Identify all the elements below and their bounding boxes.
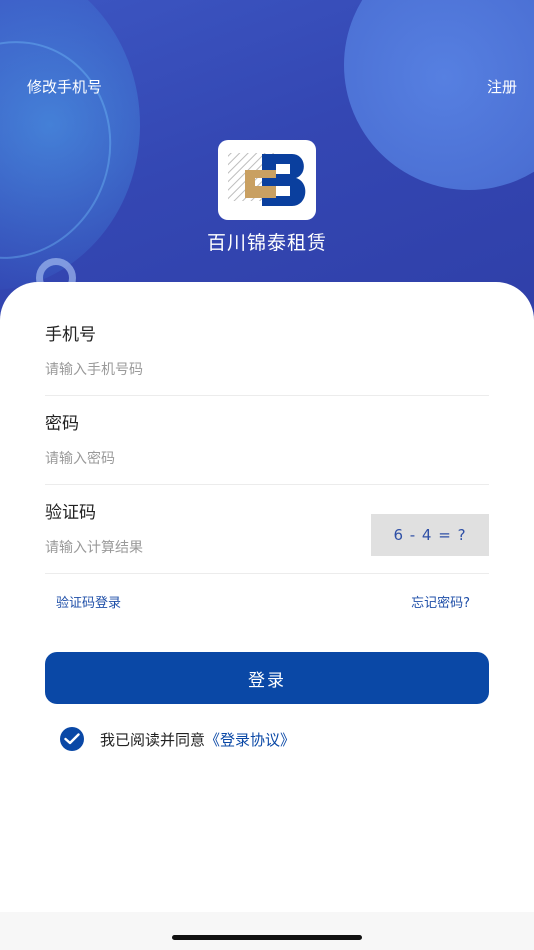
agreement-link[interactable]: 《登录协议》 — [205, 729, 295, 750]
password-field[interactable]: 密码 请输入密码 — [45, 407, 489, 485]
agreement-checkbox[interactable] — [60, 727, 84, 751]
home-indicator — [172, 935, 362, 940]
check-icon — [64, 733, 80, 745]
captcha-field[interactable]: 验证码 请输入计算结果 6 - 4 = ? — [45, 496, 489, 574]
phone-input[interactable]: 请输入手机号码 — [45, 359, 143, 379]
app-logo — [218, 140, 316, 220]
forgot-password-link[interactable]: 忘记密码? — [411, 592, 470, 611]
captcha-label: 验证码 — [45, 503, 96, 523]
login-button[interactable]: 登录 — [45, 652, 489, 704]
agreement-text: 我已阅读并同意 — [100, 730, 206, 749]
phone-label: 手机号 — [45, 325, 96, 345]
register-link[interactable]: 注册 — [487, 76, 517, 97]
change-phone-link[interactable]: 修改手机号 — [27, 76, 102, 97]
password-input[interactable]: 请输入密码 — [45, 448, 115, 468]
captcha-input[interactable]: 请输入计算结果 — [45, 537, 143, 557]
bcjt-logo-icon — [228, 153, 306, 206]
password-label: 密码 — [45, 414, 79, 434]
agreement-row: 我已阅读并同意 《登录协议》 — [60, 727, 295, 751]
captcha-image[interactable]: 6 - 4 = ? — [371, 514, 489, 556]
brand-name: 百川锦泰租赁 — [206, 232, 327, 254]
phone-field[interactable]: 手机号 请输入手机号码 — [45, 318, 489, 396]
sms-login-link[interactable]: 验证码登录 — [56, 592, 121, 611]
